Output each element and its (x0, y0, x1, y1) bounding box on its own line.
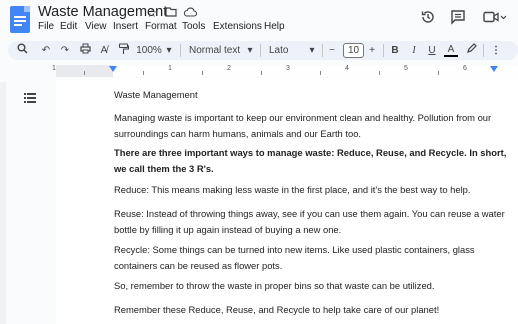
menu-help[interactable]: Help (264, 21, 285, 32)
document-heading[interactable]: Waste Management (114, 87, 509, 103)
ruler-tick (143, 71, 144, 75)
ruler-tick (379, 71, 380, 75)
ruler-number: 1 (168, 65, 172, 72)
menu-format[interactable]: Format (145, 21, 177, 32)
search-menus-icon[interactable] (14, 43, 30, 58)
increase-font-size-button[interactable]: + (366, 43, 378, 58)
ruler-number: 1 (52, 65, 56, 72)
undo-icon[interactable]: ↶ (38, 43, 54, 58)
paragraph-style-select[interactable]: Normal text (189, 43, 240, 58)
ruler-number: 4 (345, 65, 349, 72)
menu-view[interactable]: View (85, 21, 107, 32)
chevron-down-icon[interactable]: ▾ (307, 43, 317, 58)
history-icon[interactable] (419, 9, 437, 27)
menu-extensions[interactable]: Extensions (213, 21, 262, 32)
more-options-icon[interactable]: ⋮ (489, 43, 503, 58)
paint-format-icon[interactable] (115, 43, 131, 58)
toolbar-divider (260, 44, 261, 57)
font-select[interactable]: Lato (269, 43, 299, 58)
menu-edit[interactable]: Edit (60, 21, 77, 32)
chevron-down-icon[interactable]: ▾ (245, 43, 255, 58)
ruler-number: 6 (463, 65, 467, 72)
right-indent-marker-icon[interactable] (490, 66, 498, 72)
paragraph[interactable]: Reduce: This means making less waste in … (114, 182, 509, 198)
decrease-font-size-button[interactable]: − (326, 43, 338, 58)
print-icon[interactable] (77, 43, 93, 58)
menu-tools[interactable]: Tools (182, 21, 205, 32)
paragraph[interactable]: Recycle: Some things can be turned into … (114, 242, 509, 273)
cloud-status-icon (183, 6, 198, 20)
docs-logo-icon[interactable] (10, 6, 30, 33)
ruler-number: 2 (227, 65, 231, 72)
underline-button[interactable]: U (425, 43, 439, 58)
ruler-tick (320, 71, 321, 75)
redo-icon[interactable]: ↷ (57, 43, 73, 58)
spellcheck-icon[interactable]: A̸ (96, 43, 112, 58)
paragraph[interactable]: Managing waste is important to keep our … (114, 110, 509, 141)
toolbar-divider (180, 44, 181, 57)
bold-button[interactable]: B (388, 43, 402, 58)
zoom-select[interactable]: 100% (136, 43, 162, 58)
ruler-number: 5 (404, 65, 408, 72)
menu-insert[interactable]: Insert (113, 21, 138, 32)
star-icon[interactable]: ☆ (145, 6, 159, 20)
ruler-number: 3 (286, 65, 290, 72)
highlight-color-icon[interactable] (464, 43, 478, 58)
paragraph[interactable]: There are three important ways to manage… (114, 145, 509, 176)
chevron-down-icon[interactable]: ▾ (164, 43, 174, 58)
text-color-button[interactable]: A (444, 43, 458, 57)
toolbar-divider (483, 44, 484, 57)
toolbar-divider (383, 44, 384, 57)
ruler-tick (84, 71, 85, 75)
ruler-tick (202, 71, 203, 75)
toolbar-divider (322, 44, 323, 57)
paragraph[interactable]: Reuse: Instead of throwing things away, … (114, 206, 509, 237)
video-call-icon[interactable] (482, 9, 508, 27)
menu-file[interactable]: File (38, 21, 54, 32)
paragraph[interactable]: So, remember to throw the waste in prope… (114, 278, 509, 294)
vertical-ruler[interactable] (0, 82, 6, 324)
folder-move-icon[interactable] (164, 6, 178, 20)
left-indent-marker-icon[interactable] (109, 66, 117, 72)
italic-button[interactable]: I (407, 43, 421, 58)
document-outline-icon[interactable] (24, 91, 36, 103)
ruler-tick (261, 71, 262, 75)
comments-icon[interactable] (449, 9, 467, 27)
font-size-input[interactable]: 10 (343, 43, 364, 58)
paragraph[interactable]: Remember these Reduce, Reuse, and Recycl… (114, 302, 509, 318)
ruler-tick (438, 71, 439, 75)
